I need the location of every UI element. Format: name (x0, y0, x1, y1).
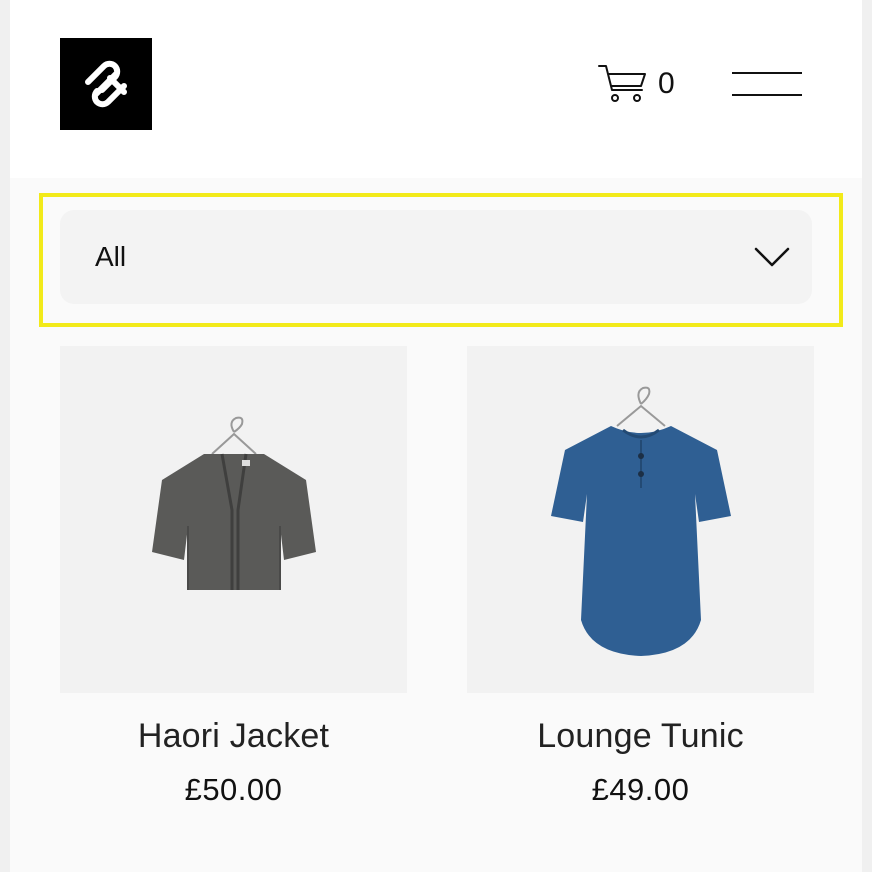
product-image[interactable] (60, 346, 407, 693)
hamburger-menu-icon[interactable] (732, 70, 802, 98)
chevron-down-icon (754, 247, 790, 267)
category-filter-select[interactable]: All (60, 210, 812, 304)
haori-jacket-image (151, 416, 316, 590)
shop-page: 0 All Haori Jacket £50.00 Lounge Tunic £… (0, 0, 872, 872)
product-card-lounge-tunic[interactable]: Lounge Tunic £49.00 (467, 346, 814, 808)
cart-count: 0 (658, 67, 675, 100)
cart-icon (598, 65, 646, 102)
product-name[interactable]: Lounge Tunic (467, 717, 814, 756)
product-image[interactable] (467, 346, 814, 693)
product-name[interactable]: Haori Jacket (60, 717, 407, 756)
product-price: £50.00 (184, 772, 283, 807)
site-header: 0 (10, 0, 862, 178)
squarespace-logo-icon[interactable] (60, 38, 152, 130)
product-card-haori-jacket[interactable]: Haori Jacket £50.00 (60, 346, 407, 808)
lounge-tunic-image (550, 386, 731, 656)
right-gutter (862, 0, 872, 872)
menu-line-bottom (732, 94, 802, 96)
menu-line-top (732, 72, 802, 74)
category-filter-value: All (95, 241, 127, 272)
cart-button[interactable]: 0 (598, 64, 675, 104)
left-gutter (0, 0, 10, 872)
product-price: £49.00 (591, 772, 690, 807)
